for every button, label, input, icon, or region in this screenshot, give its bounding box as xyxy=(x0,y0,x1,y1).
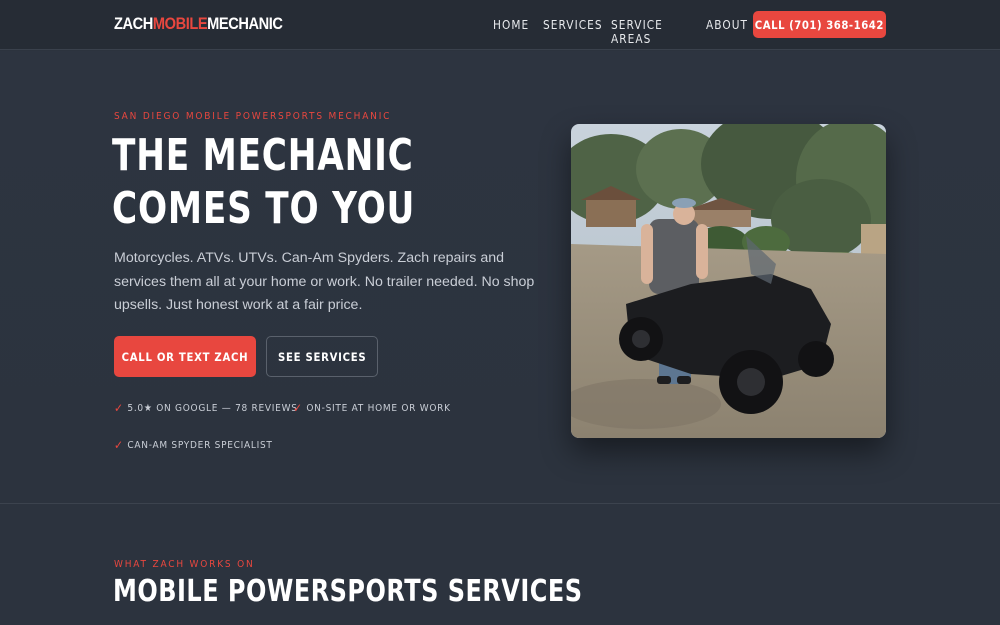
trust-item-spyder: ✓ CAN-AM SPYDER SPECIALIST xyxy=(114,438,273,452)
nav-link-about[interactable]: ABOUT xyxy=(706,18,747,46)
call-or-text-button[interactable]: CALL OR TEXT ZACH xyxy=(114,336,256,377)
check-icon: ✓ xyxy=(293,401,303,415)
logo-mobile: MOBILE xyxy=(152,14,208,33)
see-services-label: SEE SERVICES xyxy=(277,349,367,364)
top-nav: ZACHMOBILEMECHANIC HOME SERVICES SERVICE… xyxy=(0,0,1000,50)
hero-photo-mechanic-with-spyder xyxy=(571,124,886,438)
nav-link-service-areas[interactable]: SERVICE AREAS xyxy=(611,18,679,46)
trust-label-spyder: CAN-AM SPYDER SPECIALIST xyxy=(127,439,273,451)
services-eyebrow: WHAT ZACH WORKS ON xyxy=(114,559,255,570)
hero-lead-text: Motorcycles. ATVs. UTVs. Can-Am Spyders.… xyxy=(114,250,535,313)
nav-link-home[interactable]: HOME xyxy=(493,18,528,46)
logo-mechanic: MECHANIC xyxy=(207,14,283,33)
nav-call-label: CALL (701) 368-1642 xyxy=(754,17,885,32)
site-logo[interactable]: ZACHMOBILEMECHANIC xyxy=(114,14,283,34)
nav-call-button[interactable]: CALL (701) 368-1642 xyxy=(753,11,886,38)
trust-label-reviews: 5.0★ ON GOOGLE — 78 REVIEWS xyxy=(127,402,298,414)
trust-item-onsite: ✓ ON-SITE AT HOME OR WORK xyxy=(293,401,451,415)
see-services-button[interactable]: SEE SERVICES xyxy=(266,336,378,377)
call-or-text-label: CALL OR TEXT ZACH xyxy=(121,349,249,364)
trust-label-onsite: ON-SITE AT HOME OR WORK xyxy=(306,402,451,414)
hero-eyebrow: SAN DIEGO MOBILE POWERSPORTS MECHANIC xyxy=(114,111,392,122)
services-section: WHAT ZACH WORKS ON MOBILE POWERSPORTS SE… xyxy=(0,503,1000,625)
hero-photo-illustration xyxy=(571,124,886,438)
hero-headline: THE MECHANIC COMES TO YOU xyxy=(112,130,416,234)
trust-item-reviews: ✓ 5.0★ ON GOOGLE — 78 REVIEWS xyxy=(114,401,298,415)
logo-zach: ZACH xyxy=(114,14,153,33)
nav-links: HOME SERVICES SERVICE AREAS ABOUT xyxy=(493,18,756,46)
check-icon: ✓ xyxy=(114,438,124,452)
check-icon: ✓ xyxy=(114,401,124,415)
hero-section: SAN DIEGO MOBILE POWERSPORTS MECHANIC TH… xyxy=(0,51,1000,503)
nav-link-services[interactable]: SERVICES xyxy=(543,18,602,46)
services-title: MOBILE POWERSPORTS SERVICES xyxy=(113,574,583,609)
